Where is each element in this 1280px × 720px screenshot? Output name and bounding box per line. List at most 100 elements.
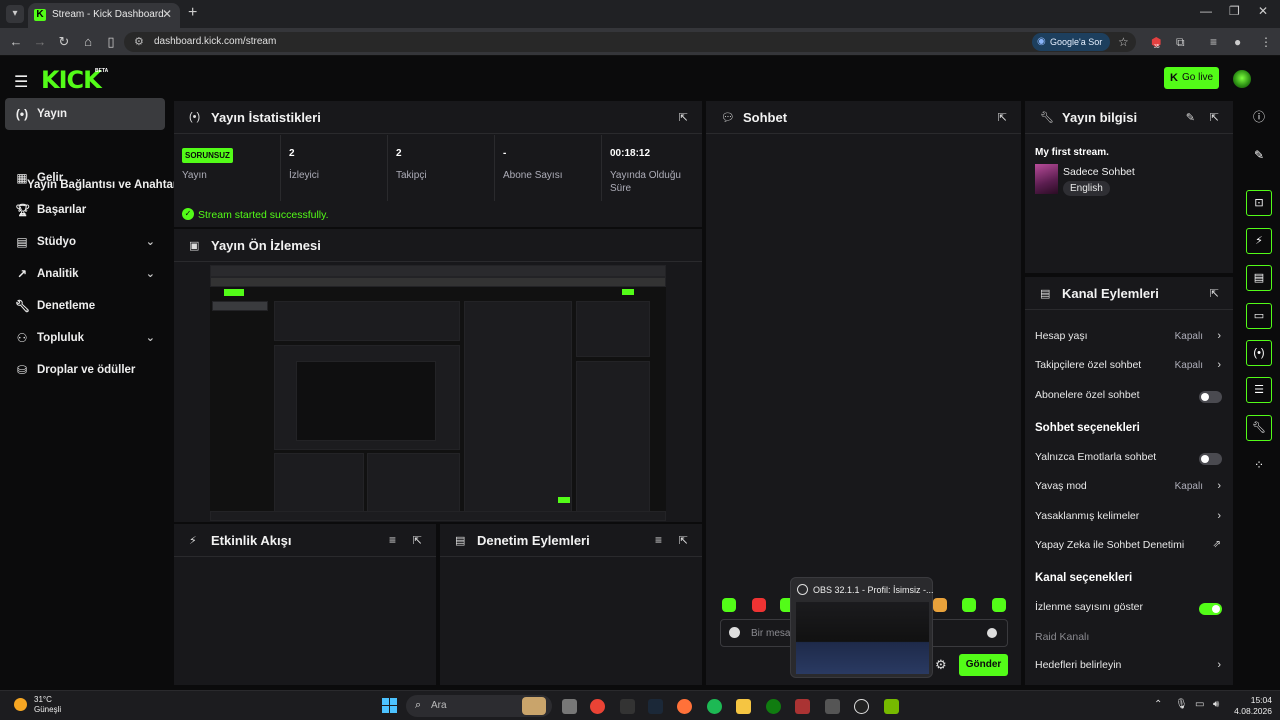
firefox-icon[interactable]	[677, 699, 692, 714]
xbox-icon[interactable]	[766, 699, 781, 714]
ai-moderation-row[interactable]: Yapay Zeka ile Sohbet Denetimi ⇗	[1035, 539, 1225, 557]
home-icon[interactable]: ⌂	[80, 34, 96, 49]
split-view-icon[interactable]: ▯	[103, 34, 119, 50]
profile-icon[interactable]: ●	[1234, 35, 1241, 49]
sun-icon[interactable]	[14, 698, 27, 711]
panel-title: Kanal Eylemleri	[1062, 286, 1159, 301]
popout-icon[interactable]: ⇱	[998, 111, 1007, 124]
browser-menu-icon[interactable]: ⋮	[1260, 35, 1272, 49]
filter-icon[interactable]: ≡	[389, 533, 396, 547]
emote-icon[interactable]	[933, 598, 947, 612]
ask-google-button[interactable]: ◉ Google'a Sor	[1032, 33, 1110, 51]
popout-icon[interactable]: ⇱	[679, 111, 688, 124]
tray-chevron-up-icon[interactable]: ⌃	[1154, 699, 1162, 710]
nvidia-icon[interactable]	[884, 699, 899, 714]
extensions-puzzle-icon[interactable]: ⧉	[1176, 35, 1185, 50]
window-close-icon[interactable]: ✕	[1258, 4, 1268, 18]
sidebar-item-moderation[interactable]: 🔧︎ Denetleme	[5, 290, 165, 322]
spotify-icon[interactable]	[707, 699, 722, 714]
sidebar: (•) Yayın Yayın Bağlantısı ve Anahtarı ▦…	[0, 97, 181, 690]
kick-logo[interactable]: KICK	[41, 66, 102, 94]
browser-tab[interactable]: K Stream - Kick Dashboard ✕	[28, 3, 180, 28]
steam-icon[interactable]	[648, 699, 663, 714]
microphone-icon[interactable]: 🎙︎	[1175, 699, 1188, 710]
emote-icon[interactable]	[962, 598, 976, 612]
success-message: Stream started successfully.	[198, 209, 329, 221]
set-goals-row[interactable]: Hedefleri belirleyin ›	[1035, 659, 1225, 677]
taskbar-search-input[interactable]: ⌕ Ara	[406, 695, 552, 717]
followers-only-row[interactable]: Takipçilere özel sohbet Kapalı ›	[1035, 359, 1225, 377]
channel-actions-icon[interactable]: ☰	[1246, 377, 1272, 403]
chat-icon[interactable]: ▭	[1246, 303, 1272, 329]
popout-icon[interactable]: ⇱	[1210, 111, 1219, 124]
stat-duration: 00:18:12 Yayında Olduğu Süre	[602, 135, 702, 201]
row-value: Kapalı	[1174, 360, 1203, 371]
emotes-only-toggle[interactable]	[1199, 453, 1222, 465]
community-icon[interactable]: ⁘	[1246, 452, 1272, 478]
sidebar-item-community[interactable]: ⚇ Topluluk ⌄	[5, 322, 165, 354]
sidebar-item-analytics[interactable]: ↗ Analitik ⌄	[5, 258, 165, 290]
document-icon[interactable]: ▤	[1246, 265, 1272, 291]
chevron-right-icon: ›	[1217, 480, 1221, 492]
sidebar-item-drops[interactable]: ⛁ Droplar ve ödüller	[5, 354, 165, 386]
obs-icon[interactable]	[854, 699, 869, 714]
forward-icon[interactable]: →	[32, 34, 48, 49]
popout-icon[interactable]: ⇱	[1210, 287, 1219, 300]
emote-icon[interactable]	[722, 598, 736, 612]
broadcast-icon[interactable]: (•)	[1246, 340, 1272, 366]
obs-window-preview[interactable]: OBS 32.1.1 - Profil: İsimsiz -...	[790, 577, 934, 678]
reload-icon[interactable]: ↻	[56, 34, 72, 50]
popout-icon[interactable]: ⇱	[413, 534, 422, 547]
network-icon[interactable]: ▭	[1195, 699, 1204, 710]
site-info-icon[interactable]: ⚙	[134, 35, 144, 48]
avatar[interactable]	[1231, 68, 1253, 90]
banned-words-row[interactable]: Yasaklanmış kelimeler ›	[1035, 510, 1225, 528]
row-label: Yasaklanmış kelimeler	[1035, 510, 1140, 522]
wrench-icon[interactable]: 🔧︎	[1246, 415, 1272, 441]
menu-icon[interactable]: ☰	[14, 72, 28, 92]
account-age-row[interactable]: Hesap yaşı Kapalı ›	[1035, 330, 1225, 348]
info-icon[interactable]: ⓘ	[1246, 104, 1272, 130]
new-tab-icon[interactable]: +	[188, 4, 197, 22]
chat-settings-gear-icon[interactable]: ⚙	[935, 657, 947, 673]
popout-icon[interactable]: ⇱	[679, 534, 688, 547]
slow-mode-row[interactable]: Yavaş mod Kapalı ›	[1035, 480, 1225, 498]
emote-icon[interactable]	[992, 598, 1006, 612]
subs-only-toggle[interactable]	[1199, 391, 1222, 403]
stream-preview-video[interactable]	[210, 265, 666, 521]
emote-icon[interactable]	[752, 598, 766, 612]
lightning-icon[interactable]: ⚡︎	[1246, 228, 1272, 254]
url-field[interactable]: ⚙ dashboard.kick.com/stream	[124, 32, 1136, 52]
sidebar-item-stream[interactable]: (•) Yayın	[5, 98, 165, 130]
reading-list-icon[interactable]: ≡	[1210, 35, 1217, 49]
task-view-icon[interactable]	[562, 699, 577, 714]
emoji-picker-icon[interactable]	[987, 628, 997, 638]
winrar-icon[interactable]	[795, 699, 810, 714]
tab-search-button[interactable]: ▾	[6, 5, 24, 23]
edit-pencil-icon[interactable]: ✎	[1246, 142, 1272, 168]
chrome-icon[interactable]	[590, 699, 605, 714]
subs-only-row: Abonelere özel sohbet	[1035, 389, 1225, 407]
screen-capture-icon[interactable]: ⊡	[1246, 190, 1272, 216]
file-explorer-icon[interactable]	[736, 699, 751, 714]
sidebar-item-revenue[interactable]: ▦ Gelir	[5, 162, 165, 194]
sidebar-item-achievements[interactable]: 🏆︎ Başarılar	[5, 194, 165, 226]
minimize-icon[interactable]: —	[1200, 4, 1212, 18]
filter-icon[interactable]: ≡	[655, 533, 662, 547]
back-icon[interactable]: ←	[8, 34, 24, 49]
app-icon[interactable]	[825, 699, 840, 714]
windows-start-icon[interactable]	[382, 698, 397, 713]
volume-icon[interactable]: 🔊︎	[1213, 699, 1219, 710]
send-button[interactable]: Gönder	[959, 654, 1008, 676]
close-tab-icon[interactable]: ✕	[162, 7, 172, 21]
go-live-label: Go live	[1182, 72, 1214, 83]
edit-pencil-icon[interactable]: ✎	[1186, 111, 1195, 124]
sidebar-item-studio[interactable]: ▤ Stüdyo ⌄	[5, 226, 165, 258]
show-viewer-count-toggle[interactable]	[1199, 603, 1222, 615]
taskbar-clock[interactable]: 15:04 4.08.2026	[1232, 695, 1272, 717]
weather-widget[interactable]: 31°C Güneşli	[34, 695, 61, 715]
bookmark-star-icon[interactable]: ☆	[1118, 35, 1129, 49]
go-live-button[interactable]: K Go live	[1164, 67, 1219, 89]
epic-games-icon[interactable]	[620, 699, 635, 714]
maximize-icon[interactable]: ❐	[1229, 4, 1240, 18]
